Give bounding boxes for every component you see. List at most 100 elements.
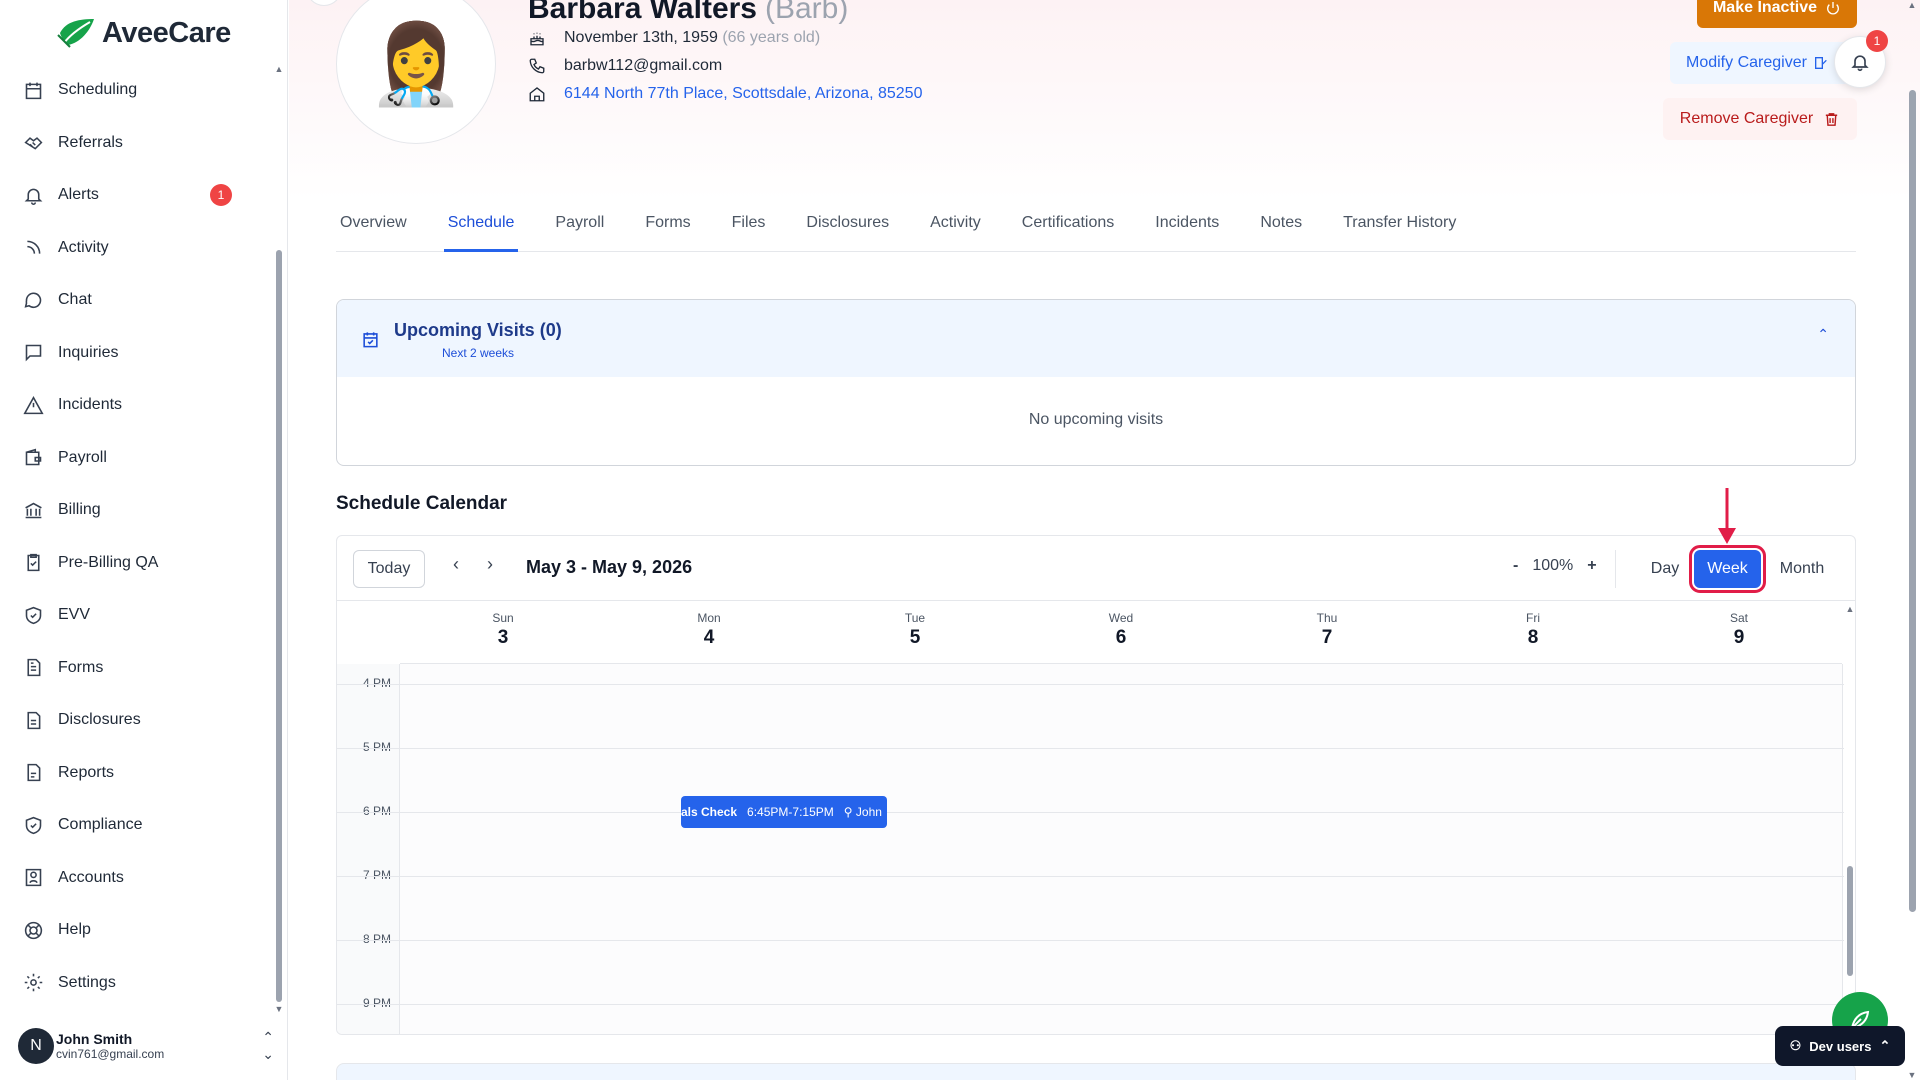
sidebar-item-compliance[interactable]: Compliance xyxy=(0,799,272,852)
modify-caregiver-button[interactable]: Modify Caregiver xyxy=(1670,42,1854,84)
sidebar-scrollbar-thumb[interactable] xyxy=(276,250,282,1002)
rss-icon xyxy=(22,237,44,259)
tab-schedule[interactable]: Schedule xyxy=(443,204,519,252)
page-scrollbar[interactable]: ▲ ▼ xyxy=(1904,0,1920,1080)
calendar-event[interactable]: als Check 6:45PM-7:15PM ⚲ John xyxy=(681,796,887,828)
time-label: 4 PM xyxy=(362,676,391,690)
sidebar-item-chat[interactable]: Chat xyxy=(0,274,272,327)
day-header[interactable]: Sun 3 xyxy=(400,602,606,664)
tab-certifications[interactable]: Certifications xyxy=(1018,204,1118,252)
chevron-up-icon[interactable]: ⌃ xyxy=(1817,326,1829,343)
sidebar-item-scheduling[interactable]: Scheduling xyxy=(0,64,272,117)
sidebar-item-settings[interactable]: Settings xyxy=(0,957,272,1010)
sidebar-item-evv[interactable]: EVV xyxy=(0,589,272,642)
sidebar-item-disclosures[interactable]: Disclosures xyxy=(0,694,272,747)
day-of-week: Mon xyxy=(697,611,721,625)
sidebar-item-referrals[interactable]: Referrals xyxy=(0,117,272,170)
hour-line xyxy=(337,684,1844,685)
address-link[interactable]: 6144 North 77th Place, Scottsdale, Arizo… xyxy=(564,85,922,103)
date-range: May 3 - May 9, 2026 xyxy=(526,557,693,577)
tab-notes[interactable]: Notes xyxy=(1256,204,1306,252)
sidebar-item-inquiries[interactable]: Inquiries xyxy=(0,327,272,380)
tab-incidents[interactable]: Incidents xyxy=(1151,204,1223,252)
profile-tabs: Overview Schedule Payroll Forms Files Disclos… xyxy=(336,204,1856,252)
cake-icon xyxy=(530,32,544,46)
birthday-text: November 13th, 1959 xyxy=(564,29,718,46)
brand-name: AveeCare xyxy=(102,16,231,49)
sidebar-item-forms[interactable]: Forms xyxy=(0,642,272,695)
scroll-up-arrow-icon[interactable]: ▲ xyxy=(1904,0,1920,10)
day-header[interactable]: Sat 9 xyxy=(1636,602,1842,664)
day-column[interactable] xyxy=(1430,664,1636,1034)
user-menu[interactable]: N John Smith cvin761@gmail.com ⌃ ⌄ xyxy=(18,1024,274,1068)
tab-disclosures[interactable]: Disclosures xyxy=(802,204,893,252)
scroll-down-arrow-icon[interactable]: ▼ xyxy=(274,1004,284,1014)
page-scrollbar-thumb[interactable] xyxy=(1909,90,1916,912)
tab-payroll[interactable]: Payroll xyxy=(551,204,608,252)
calendar-scrollbar-thumb[interactable] xyxy=(1847,866,1853,976)
age-text: (66 years old) xyxy=(722,29,821,46)
sidebar-item-help[interactable]: Help xyxy=(0,904,272,957)
zoom-control: - 100% + xyxy=(1513,557,1597,575)
sidebar-scrollbar[interactable]: ▲ ▼ xyxy=(274,64,284,1014)
time-label: 6 PM xyxy=(362,804,391,818)
scroll-up-arrow-icon[interactable]: ▲ xyxy=(1845,604,1855,614)
time-label: 5 PM xyxy=(362,740,391,754)
hour-line xyxy=(337,1004,1844,1005)
tab-overview[interactable]: Overview xyxy=(336,204,411,252)
day-header[interactable]: Mon 4 xyxy=(606,602,812,664)
remove-caregiver-button[interactable]: Remove Caregiver xyxy=(1663,98,1857,140)
make-inactive-label: Make Inactive xyxy=(1712,0,1818,16)
tab-transfer-history[interactable]: Transfer History xyxy=(1339,204,1460,252)
sidebar-item-pre-billing-qa[interactable]: Pre-Billing QA xyxy=(0,537,272,590)
today-button[interactable]: Today xyxy=(353,550,425,588)
sidebar-item-billing[interactable]: Billing xyxy=(0,484,272,537)
tab-forms[interactable]: Forms xyxy=(641,204,694,252)
next-section-card xyxy=(336,1063,1856,1080)
scroll-up-arrow-icon[interactable]: ▲ xyxy=(274,64,284,74)
make-inactive-button[interactable]: Make Inactive xyxy=(1697,0,1857,28)
scroll-down-arrow-icon[interactable]: ▼ xyxy=(1904,1070,1920,1080)
upcoming-visits-header[interactable]: Upcoming Visits (0) Next 2 weeks ⌃ xyxy=(337,300,1855,377)
day-column[interactable] xyxy=(1224,664,1430,1034)
calendar-scrollbar[interactable]: ▲ xyxy=(1845,602,1855,1034)
day-of-week: Tue xyxy=(904,611,926,625)
day-column[interactable] xyxy=(400,664,606,1034)
sidebar-item-label: Scheduling xyxy=(58,81,138,99)
chevron-right-icon[interactable]: › xyxy=(487,554,493,575)
brand-logo[interactable]: AveeCare xyxy=(56,14,231,52)
tab-files[interactable]: Files xyxy=(728,204,770,252)
day-column[interactable] xyxy=(1636,664,1842,1034)
warning-triangle-icon xyxy=(22,394,44,416)
zoom-in-button[interactable]: + xyxy=(1587,557,1596,575)
view-week-button[interactable]: Week xyxy=(1689,545,1766,593)
view-day-button[interactable]: Day xyxy=(1635,550,1695,588)
user-email: cvin761@gmail.com xyxy=(56,1047,165,1061)
day-column[interactable] xyxy=(1018,664,1224,1034)
column-divider xyxy=(1842,664,1843,1034)
sidebar-item-label: Referrals xyxy=(58,133,123,151)
day-column[interactable] xyxy=(606,664,812,1034)
day-header[interactable]: Thu 7 xyxy=(1224,602,1430,664)
sidebar-item-payroll[interactable]: Payroll xyxy=(0,432,272,485)
view-month-button[interactable]: Month xyxy=(1769,550,1835,588)
sidebar-item-activity[interactable]: Activity xyxy=(0,222,272,275)
sidebar-item-reports[interactable]: Reports xyxy=(0,747,272,800)
sidebar-item-incidents[interactable]: Incidents xyxy=(0,379,272,432)
zoom-out-button[interactable]: - xyxy=(1513,557,1518,575)
day-header[interactable]: Fri 8 xyxy=(1430,602,1636,664)
sidebar-item-accounts[interactable]: Accounts xyxy=(0,852,272,905)
day-header[interactable]: Wed 6 xyxy=(1018,602,1224,664)
dev-users-button[interactable]: ⚇ Dev users ⌃ xyxy=(1775,1026,1905,1066)
sidebar-item-alerts[interactable]: Alerts 1 xyxy=(0,169,272,222)
day-column[interactable] xyxy=(812,664,1018,1034)
sidebar: AveeCare Scheduling Referrals Alerts 1 Activ… xyxy=(0,0,288,1080)
day-header[interactable]: Tue 5 xyxy=(812,602,1018,664)
sidebar-item-label: Inquiries xyxy=(58,343,119,361)
modify-caregiver-label: Modify Caregiver xyxy=(1686,54,1807,71)
event-person-name: John xyxy=(855,805,882,819)
alert-count-badge: 1 xyxy=(210,184,232,207)
tab-activity[interactable]: Activity xyxy=(926,204,985,252)
chevron-left-icon[interactable]: ‹ xyxy=(453,554,459,575)
chevron-up-down-icon[interactable]: ⌃ ⌄ xyxy=(262,1029,274,1063)
